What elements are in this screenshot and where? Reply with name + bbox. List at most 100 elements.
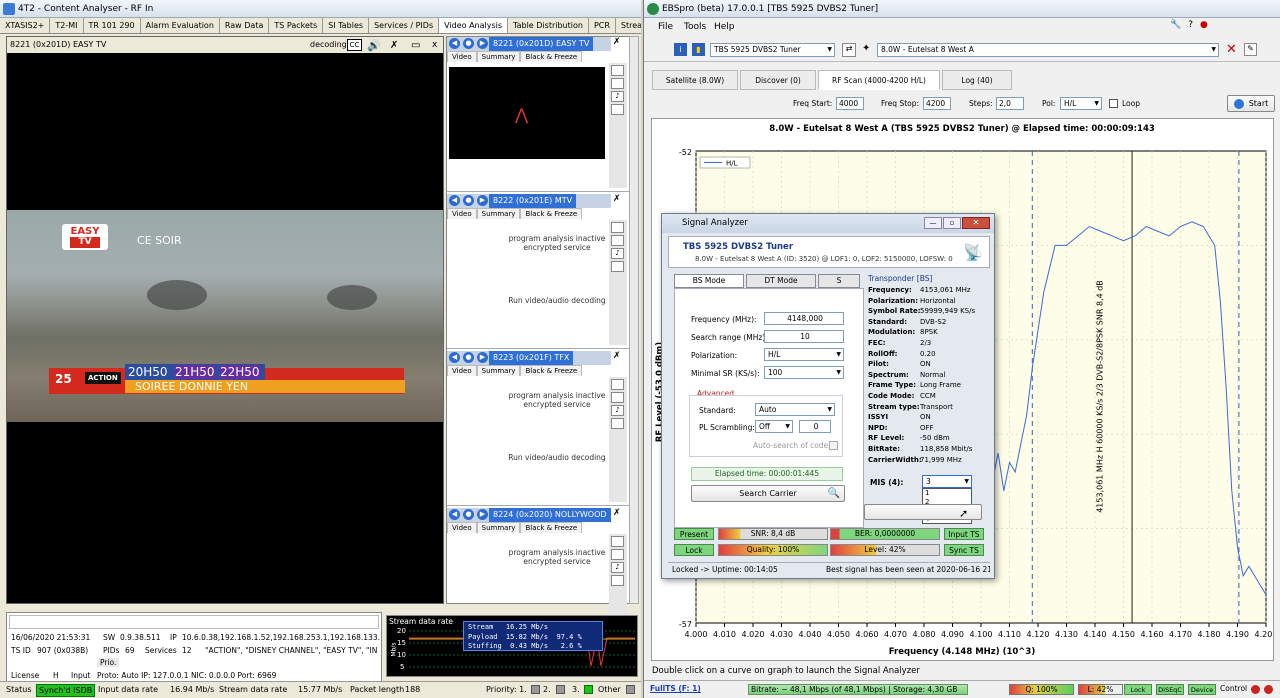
- back-icon[interactable]: ◀: [449, 195, 460, 206]
- autosearch-checkbox[interactable]: [829, 441, 838, 450]
- channel-subtab[interactable]: Black & Freeze: [520, 365, 583, 376]
- channel-label[interactable]: 8221 (0x201D) EASY TV: [489, 37, 594, 51]
- analysis-tab[interactable]: TR 101 290: [84, 18, 141, 33]
- analysis-tab[interactable]: Table Distribution: [508, 18, 589, 33]
- menu-item[interactable]: File: [658, 19, 673, 35]
- sa-maximize-button[interactable]: ▫: [943, 217, 961, 229]
- wrench-icon[interactable]: ✗: [613, 37, 621, 47]
- record-icon[interactable]: ●: [1200, 20, 1215, 30]
- analysis-tab[interactable]: XTASIS2+: [0, 18, 51, 33]
- channel-subtab[interactable]: Video: [447, 365, 477, 376]
- wrench-icon[interactable]: 🔧: [1170, 20, 1188, 30]
- channel-subtab[interactable]: Summary: [476, 208, 521, 219]
- refresh-icon[interactable]: ●: [463, 352, 474, 363]
- back-icon[interactable]: ◀: [449, 352, 460, 363]
- pl-value-input[interactable]: 0: [799, 420, 831, 433]
- search-range-input[interactable]: 10: [764, 330, 844, 343]
- cc-icon[interactable]: CC: [347, 39, 362, 51]
- satellite-select[interactable]: 8.0W - Eutelsat 8 West A: [877, 43, 1219, 57]
- channel-subtab[interactable]: Black & Freeze: [520, 522, 583, 533]
- mis-select[interactable]: 3: [922, 475, 972, 488]
- play-icon[interactable]: ▶: [477, 509, 488, 520]
- sa-close-button[interactable]: ✕: [962, 217, 990, 229]
- help-icon[interactable]: ?: [1188, 20, 1200, 30]
- screen-icon[interactable]: [611, 536, 624, 547]
- tuner-select[interactable]: TBS 5925 DVBS2 Tuner: [710, 43, 835, 57]
- channel-subtab[interactable]: Video: [447, 522, 477, 533]
- sa-tab-bs[interactable]: BS Mode: [674, 274, 744, 288]
- channel-subtab[interactable]: Video: [447, 51, 477, 62]
- play-icon[interactable]: ▶: [477, 195, 488, 206]
- freq-start-input[interactable]: 4000: [836, 97, 864, 110]
- mis-option[interactable]: 1: [923, 489, 971, 498]
- screen-icon[interactable]: [611, 418, 624, 429]
- satellite-refresh-icon[interactable]: ⇄: [842, 43, 856, 57]
- run-decoding-label[interactable]: Run video/audio decoding: [487, 296, 627, 305]
- refresh-icon[interactable]: ●: [463, 38, 474, 49]
- wrench-icon[interactable]: ✗: [613, 351, 621, 361]
- screen-icon[interactable]: [611, 379, 624, 390]
- channel-subtab[interactable]: Black & Freeze: [520, 51, 583, 62]
- analysis-tab[interactable]: Alarm Evaluation: [141, 18, 220, 33]
- lock-icon[interactable]: ▮: [692, 43, 705, 56]
- frequency-input[interactable]: 4148,000: [764, 312, 844, 325]
- close-icon[interactable]: x: [432, 37, 437, 53]
- edit-icon[interactable]: ✎: [1244, 43, 1257, 56]
- speaker-icon[interactable]: ♪: [611, 91, 624, 102]
- play-icon[interactable]: ▶: [477, 352, 488, 363]
- wrench-icon[interactable]: ✗: [613, 194, 621, 204]
- main-tab[interactable]: RF Scan (4000-4200 H/L): [818, 70, 940, 90]
- screen-icon[interactable]: [611, 78, 624, 89]
- channel-subtab[interactable]: Summary: [476, 365, 521, 376]
- polarization-select[interactable]: H/L: [764, 348, 844, 361]
- pl-select[interactable]: Off: [755, 420, 793, 433]
- sa-tab-s[interactable]: S: [818, 274, 860, 288]
- channel-subtab[interactable]: Black & Freeze: [520, 208, 583, 219]
- wrench-icon[interactable]: ✗: [613, 508, 621, 518]
- speaker-icon[interactable]: 🔊: [367, 38, 381, 54]
- tools-icon[interactable]: ✗: [390, 38, 398, 54]
- analysis-tab[interactable]: Video Analysis: [439, 18, 509, 33]
- main-tab[interactable]: Discover (0): [740, 70, 816, 90]
- analysis-tab[interactable]: PCR: [589, 18, 616, 33]
- control-label[interactable]: Control: [1220, 681, 1247, 697]
- screen-icon[interactable]: [611, 261, 624, 272]
- run-decoding-label[interactable]: Run video/audio decoding: [487, 453, 627, 462]
- channel-subtab[interactable]: Video: [447, 208, 477, 219]
- refresh-icon[interactable]: ●: [463, 509, 474, 520]
- channel-subtab[interactable]: Summary: [476, 51, 521, 62]
- minsr-select[interactable]: 100: [764, 366, 844, 379]
- analysis-tab[interactable]: Stream: [616, 18, 641, 33]
- sa-minimize-button[interactable]: —: [924, 217, 942, 229]
- loop-checkbox[interactable]: [1109, 99, 1118, 108]
- sa-tab-dt[interactable]: DT Mode: [746, 274, 816, 288]
- analysis-tab[interactable]: TS Packets: [269, 18, 324, 33]
- screen-icon[interactable]: [611, 222, 624, 233]
- screen-icon[interactable]: [611, 575, 624, 586]
- freq-stop-input[interactable]: 4200: [923, 97, 951, 110]
- channel-subtab[interactable]: Summary: [476, 522, 521, 533]
- back-icon[interactable]: ◀: [449, 509, 460, 520]
- fullts-link[interactable]: FullTS (F: 1): [650, 681, 701, 697]
- play-icon[interactable]: ▶: [477, 38, 488, 49]
- channel-label[interactable]: 8223 (0x201F) TFX: [489, 351, 574, 365]
- screen-icon[interactable]: ▭: [411, 38, 420, 54]
- menu-item[interactable]: Help: [714, 19, 735, 35]
- search-carrier-button[interactable]: Search Carrier 🔍: [691, 485, 845, 502]
- info-icon[interactable]: i: [674, 43, 687, 56]
- channel-scrollbar[interactable]: [629, 36, 639, 604]
- channel-label[interactable]: 8222 (0x201E) MTV: [489, 194, 577, 208]
- analysis-tab[interactable]: SI Tables: [323, 18, 370, 33]
- main-tab[interactable]: Satellite (8.0W): [652, 70, 738, 90]
- screen-icon[interactable]: [611, 104, 624, 115]
- analysis-tab[interactable]: Services / PIDs: [369, 18, 440, 33]
- main-tab[interactable]: Log (40): [942, 70, 1012, 90]
- screen-icon[interactable]: [611, 65, 624, 76]
- analysis-tab[interactable]: Raw Data: [220, 18, 270, 33]
- pol-select[interactable]: H/L: [1060, 97, 1102, 110]
- back-icon[interactable]: ◀: [449, 38, 460, 49]
- standard-select[interactable]: Auto: [755, 403, 835, 416]
- steps-input[interactable]: 2,0: [996, 97, 1024, 110]
- menu-item[interactable]: Tools: [684, 19, 706, 35]
- refresh-icon[interactable]: ●: [463, 195, 474, 206]
